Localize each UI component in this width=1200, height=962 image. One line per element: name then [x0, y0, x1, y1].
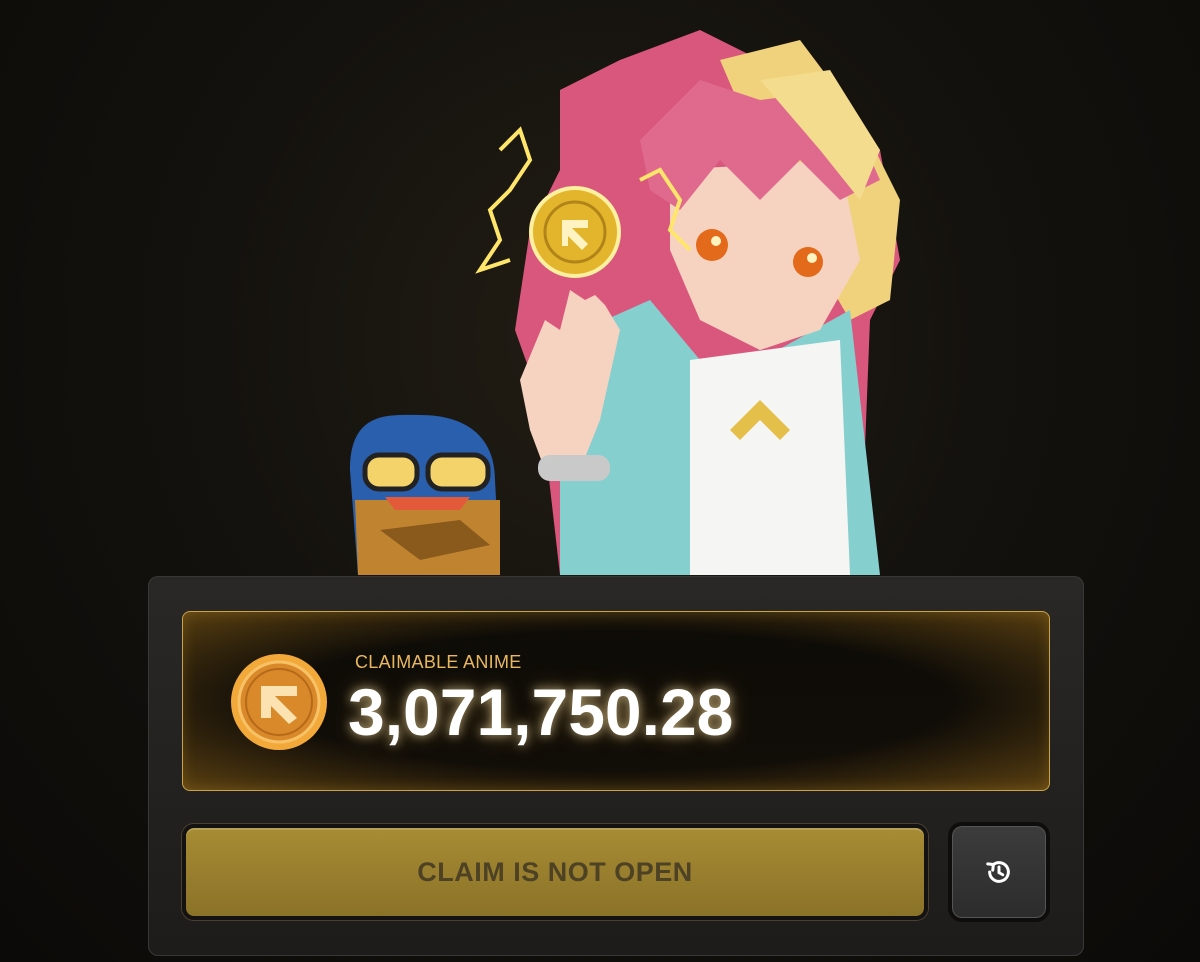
hero-illustration	[350, 30, 900, 575]
claimable-amount: 3,071,750.28	[348, 675, 734, 749]
blue-penguin-character	[350, 414, 500, 575]
claim-button-label: CLAIM IS NOT OPEN	[417, 856, 693, 887]
anime-girl-character	[515, 30, 900, 575]
anime-coin-icon	[231, 654, 327, 750]
claimable-label: CLAIMABLE ANIME	[355, 652, 522, 672]
history-button[interactable]	[948, 822, 1050, 922]
history-icon	[986, 861, 1010, 883]
claim-button[interactable]: CLAIM IS NOT OPEN	[182, 824, 928, 920]
